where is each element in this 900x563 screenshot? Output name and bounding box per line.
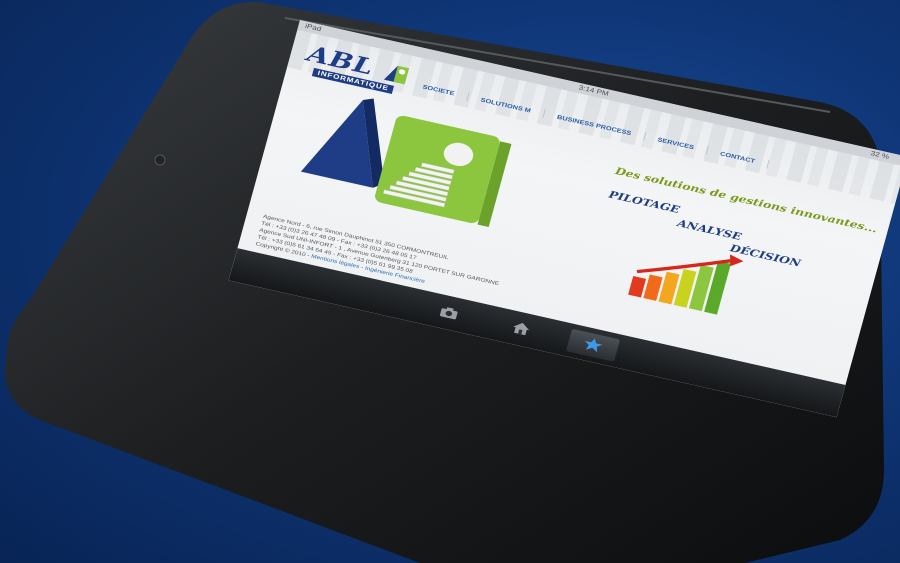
tab-favorites[interactable] [565,328,621,362]
keyword-pilotage: PILOTAGE [607,188,682,216]
tab-home[interactable] [494,313,548,346]
tab-camera[interactable] [422,296,476,329]
screen: iPad 3:14 PM 32 % ABL INFORMATIQUE SOCIE… [0,0,900,563]
keyword-analyse: ANALYSE [676,217,743,243]
camera-icon [439,307,458,320]
bottom-tab-bar [228,248,846,418]
website-page: iPad 3:14 PM 32 % ABL INFORMATIQUE SOCIE… [228,20,900,418]
ipad-device: iPad 3:14 PM 32 % ABL INFORMATIQUE SOCIE… [0,0,900,563]
star-icon [584,338,603,353]
home-icon [513,322,530,336]
